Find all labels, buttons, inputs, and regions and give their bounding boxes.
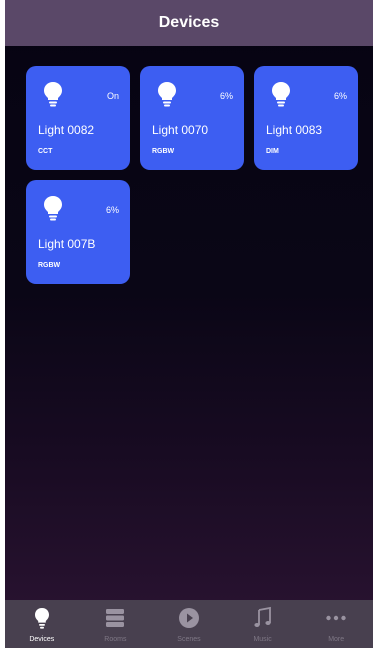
bulb-icon [158,82,176,107]
device-type: RGBW [152,148,175,155]
tab-label: More [328,636,345,643]
bulb-icon [44,196,62,221]
tab-label: Music [253,636,272,643]
device-name: Light 0082 [38,123,95,137]
page-title: Devices [158,14,220,31]
tab-more[interactable]: More [299,600,373,648]
tab-music[interactable]: Music [226,600,300,648]
device-name: Light 0070 [152,123,209,137]
tab-scenes[interactable]: Scenes [152,600,226,648]
device-status: 6% [219,91,233,101]
tab-label: Devices [29,636,55,643]
music-note-icon [253,606,271,627]
device-type: RGBW [38,262,61,269]
bulb-icon [44,82,62,107]
device-name: Light 007B [38,237,96,251]
tab-label: Scenes [177,636,201,643]
device-status: 6% [105,205,119,215]
device-name: Light 0083 [266,123,323,137]
device-card-light-0083[interactable]: 6% Light 0083 DIM [254,66,358,170]
device-card-light-0070[interactable]: 6% Light 0070 RGBW [140,66,244,170]
device-status: On [106,91,119,101]
tab-label: Rooms [104,636,127,643]
tab-devices[interactable]: Devices [5,600,79,648]
tab-rooms[interactable]: Rooms [79,600,153,648]
rooms-icon [106,609,125,627]
header-bar: Devices [5,0,373,46]
bulb-icon [272,82,290,107]
scenes-icon [178,608,199,628]
bulb-icon [34,608,49,629]
more-dots-icon [326,615,346,621]
devices-screen: Devices On Light 0082 CCT 6% Light 0070 … [5,0,373,648]
device-type: DIM [266,148,279,155]
device-type: CCT [38,148,53,155]
device-status: 6% [333,91,347,101]
tab-bar: Devices Rooms Scenes Music More [5,600,373,648]
device-card-light-0082[interactable]: On Light 0082 CCT [26,66,130,170]
device-card-light-007b[interactable]: 6% Light 007B RGBW [26,180,130,284]
device-grid: On Light 0082 CCT 6% Light 0070 RGBW 6% … [26,66,366,284]
